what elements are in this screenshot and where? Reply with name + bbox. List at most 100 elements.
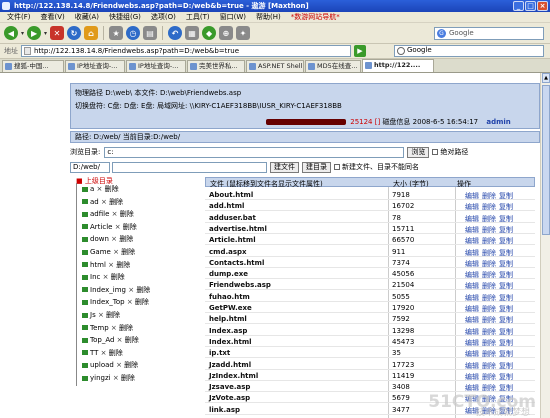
menu-item[interactable]: 选项(O) [146, 12, 181, 23]
folder-delete-link[interactable]: 删除 [123, 223, 137, 231]
delete-link[interactable]: 删除 [482, 305, 496, 313]
edit-link[interactable]: 编辑 [465, 328, 479, 336]
browser-tab[interactable]: ASP.NET Shell [246, 60, 304, 72]
delete-link[interactable]: 删除 [482, 294, 496, 302]
copy-link[interactable]: 复制 [499, 339, 513, 347]
target-dir-select[interactable]: D:/web/ [70, 161, 110, 173]
edit-link[interactable]: 编辑 [465, 316, 479, 324]
file-name-link[interactable]: link.asp [209, 406, 240, 414]
folder-delete-link[interactable]: 删除 [111, 273, 125, 281]
file-name-link[interactable]: Index.asp [209, 327, 247, 335]
edit-link[interactable]: 编辑 [465, 237, 479, 245]
edit-link[interactable]: 编辑 [465, 249, 479, 257]
delete-link[interactable]: 删除 [482, 282, 496, 290]
go-button[interactable]: ▶ [354, 45, 366, 57]
address-search-input[interactable]: Google [394, 45, 544, 57]
delete-link[interactable]: 删除 [482, 249, 496, 257]
file-name-link[interactable]: Article.html [209, 236, 256, 244]
folder-delete-link[interactable]: 删除 [124, 361, 138, 369]
copy-link[interactable]: 复制 [499, 362, 513, 370]
zoom-icon[interactable]: ⊕ [219, 26, 234, 40]
refresh-icon[interactable]: ↻ [67, 26, 82, 40]
menu-item[interactable]: 窗口(W) [215, 12, 251, 23]
url-input[interactable]: http://122.138.14.8/Friendwebs.asp?path=… [21, 45, 351, 57]
delete-link[interactable]: 删除 [482, 316, 496, 324]
tree-folder-item[interactable]: Js × 删除 [82, 311, 120, 319]
file-name-link[interactable]: dump.exe [209, 270, 248, 278]
copy-link[interactable]: 复制 [499, 384, 513, 392]
copy-link[interactable]: 复制 [499, 350, 513, 358]
history-icon[interactable]: ◷ [126, 26, 141, 40]
close-button[interactable]: × [537, 1, 548, 11]
file-name-link[interactable]: GetPW.exe [209, 304, 252, 312]
folder-delete-link[interactable]: 删除 [125, 336, 139, 344]
copy-link[interactable]: 复制 [499, 192, 513, 200]
tree-folder-item[interactable]: yingzi × 删除 [82, 374, 135, 382]
toolbar-search-input[interactable]: G Google [434, 27, 544, 40]
copy-link[interactable]: 复制 [499, 282, 513, 290]
folder-delete-link[interactable]: 删除 [119, 324, 133, 332]
menu-item[interactable]: 收藏(A) [70, 12, 104, 23]
edit-link[interactable]: 编辑 [465, 384, 479, 392]
delete-link[interactable]: 删除 [482, 237, 496, 245]
tree-folder-item[interactable]: html × 删除 [82, 261, 130, 269]
copy-link[interactable]: 复制 [499, 260, 513, 268]
tree-folder-item[interactable]: ad × 删除 [82, 198, 123, 206]
forward-dropdown-icon[interactable]: ▾ [44, 30, 47, 37]
tree-folder-item[interactable]: Index_Top × 删除 [82, 298, 149, 306]
save-icon[interactable]: ▤ [143, 26, 158, 40]
absolute-path-option[interactable]: 绝对路径 [432, 147, 468, 157]
edit-link[interactable]: 编辑 [465, 282, 479, 290]
folder-delete-link[interactable]: 删除 [109, 349, 123, 357]
new-name-input[interactable] [112, 161, 267, 173]
plugin-icon[interactable]: ◆ [202, 26, 217, 40]
edit-link[interactable]: 编辑 [465, 271, 479, 279]
edit-link[interactable]: 编辑 [465, 215, 479, 223]
tree-folder-item[interactable]: Inc × 删除 [82, 273, 125, 281]
folder-delete-link[interactable]: 删除 [121, 248, 135, 256]
tree-folder-item[interactable]: TT × 删除 [82, 349, 123, 357]
file-name-link[interactable]: JzIndex.html [209, 372, 258, 380]
copy-link[interactable]: 复制 [499, 316, 513, 324]
file-name-link[interactable]: Contacts.html [209, 259, 264, 267]
stop-icon[interactable]: ✕ [50, 26, 65, 40]
create-dir-button[interactable]: 建目录 [302, 161, 331, 173]
vertical-scrollbar[interactable]: ▲ [540, 73, 550, 418]
browser-tab[interactable]: IP地址查询-... [126, 60, 186, 72]
scroll-up-icon[interactable]: ▲ [542, 73, 550, 83]
edit-link[interactable]: 编辑 [465, 362, 479, 370]
copy-link[interactable]: 复制 [499, 271, 513, 279]
file-name-link[interactable]: adduser.bat [209, 214, 256, 222]
file-name-link[interactable]: cmd.aspx [209, 248, 247, 256]
menu-item[interactable]: *数游网站导航* [286, 12, 345, 23]
menu-item[interactable]: 查看(V) [36, 12, 70, 23]
file-name-link[interactable]: help.html [209, 315, 247, 323]
delete-link[interactable]: 删除 [482, 226, 496, 234]
delete-link[interactable]: 删除 [482, 339, 496, 347]
copy-link[interactable]: 复制 [499, 294, 513, 302]
file-name-link[interactable]: Jzsave.asp [209, 383, 250, 391]
disk-count-link[interactable]: 25124 [] [350, 118, 380, 126]
maximize-button[interactable]: □ [525, 1, 536, 11]
folder-delete-link[interactable]: 删除 [109, 198, 123, 206]
file-name-link[interactable]: Friendwebs.asp [209, 281, 271, 289]
same-name-option[interactable]: 新建文件、目录不能同名 [334, 162, 419, 172]
create-file-button[interactable]: 建文件 [270, 161, 299, 173]
tree-folder-item[interactable]: Article × 删除 [82, 223, 137, 231]
folder-delete-link[interactable]: 删除 [119, 235, 133, 243]
edit-link[interactable]: 编辑 [465, 373, 479, 381]
undo-icon[interactable]: ↶ [168, 26, 183, 40]
tree-folder-item[interactable]: adfile × 删除 [82, 210, 134, 218]
delete-link[interactable]: 删除 [482, 203, 496, 211]
folder-delete-link[interactable]: 删除 [121, 374, 135, 382]
copy-link[interactable]: 复制 [499, 328, 513, 336]
file-name-link[interactable]: add.html [209, 202, 244, 210]
folder-delete-link[interactable]: 删除 [116, 261, 130, 269]
window-icon[interactable]: ▦ [185, 26, 200, 40]
copy-link[interactable]: 复制 [499, 237, 513, 245]
folder-delete-link[interactable]: 删除 [106, 311, 120, 319]
tree-folder-item[interactable]: a × 删除 [82, 185, 119, 193]
copy-link[interactable]: 复制 [499, 203, 513, 211]
edit-link[interactable]: 编辑 [465, 203, 479, 211]
delete-link[interactable]: 删除 [482, 384, 496, 392]
